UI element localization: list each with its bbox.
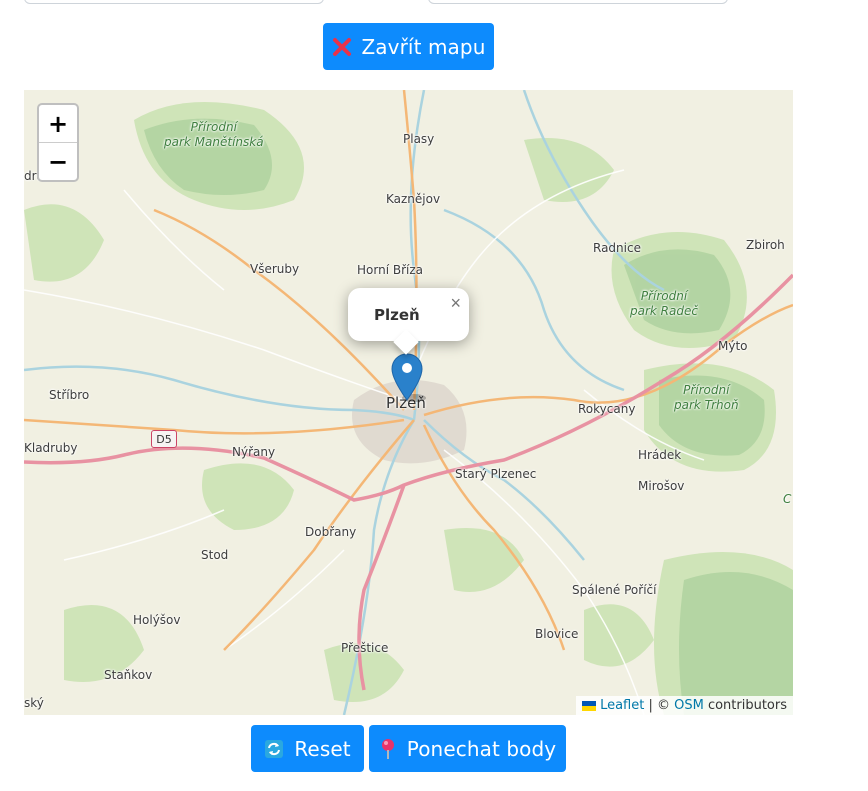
label-radnice: Radnice	[593, 241, 641, 255]
label-zbiroh: Zbiroh	[746, 238, 785, 252]
label-nyrany: Nýřany	[232, 445, 276, 459]
label-stribro: Stříbro	[49, 388, 90, 402]
label-rokycany: Rokycany	[578, 402, 636, 416]
label-mirosov: Mirošov	[638, 479, 685, 493]
osm-link[interactable]: OSM	[674, 698, 704, 713]
map-marker-icon[interactable]	[390, 352, 430, 409]
close-map-button[interactable]: Zavřít mapu	[323, 23, 494, 70]
label-kaznejov: Kaznějov	[386, 192, 441, 206]
close-map-label: Zavřít mapu	[361, 34, 486, 59]
label-park-manetinska: Přírodní park Manětínská	[164, 120, 264, 149]
map-popup: Plzeň ×	[348, 288, 469, 355]
label-myto: Mýto	[718, 339, 748, 353]
popup-close-button[interactable]: ×	[450, 293, 461, 314]
popup-title: Plzeň	[374, 306, 420, 324]
attribution-separator: | ©	[644, 698, 675, 713]
label-vseruby: Všeruby	[250, 262, 300, 276]
label-holysov: Holýšov	[133, 613, 181, 627]
zoom-out-button[interactable]: −	[39, 142, 77, 180]
label-dobrany: Dobřany	[305, 525, 357, 539]
attribution-contributors: contributors	[703, 698, 787, 713]
map-view[interactable]: Plasy Kaznějov Radnice Zbiroh Všeruby Ho…	[24, 90, 793, 715]
label-c-edge: C	[783, 492, 792, 506]
keep-points-button[interactable]: Ponechat body	[369, 725, 566, 772]
label-stod: Stod	[201, 548, 229, 562]
red-cross-mark-icon	[332, 37, 352, 57]
reset-button[interactable]: Reset	[251, 725, 364, 772]
refresh-arrows-icon	[264, 739, 284, 759]
top-input-right[interactable]	[428, 0, 728, 4]
label-kladruby: Kladruby	[24, 441, 78, 455]
map-attribution: Leaflet | © OSM contributors	[576, 696, 793, 715]
keep-points-label: Ponechat body	[406, 736, 557, 761]
label-plasy: Plasy	[403, 132, 435, 146]
label-spalene-porici: Spálené Poříčí	[572, 583, 657, 597]
label-sky: ský	[24, 696, 44, 710]
zoom-control: + −	[37, 103, 79, 182]
label-park-radec: Přírodní park Radeč	[630, 289, 698, 318]
label-prestice: Přeštice	[341, 641, 389, 655]
label-stary-plzenec: Starý Plzenec	[455, 467, 537, 481]
top-input-left[interactable]	[24, 0, 324, 4]
ukraine-flag-icon	[582, 700, 597, 711]
pushpin-icon	[379, 738, 397, 760]
leaflet-link[interactable]: Leaflet	[600, 698, 644, 713]
road-shield-d5: D5	[151, 430, 177, 448]
label-blovice: Blovice	[535, 627, 579, 641]
label-park-trhon: Přírodní park Trhoň	[674, 383, 739, 412]
label-stankov: Staňkov	[104, 668, 153, 682]
label-horni-briza: Horní Bříza	[357, 263, 423, 277]
label-hradek: Hrádek	[638, 448, 682, 462]
zoom-in-button[interactable]: +	[39, 105, 77, 142]
reset-label: Reset	[294, 736, 351, 761]
